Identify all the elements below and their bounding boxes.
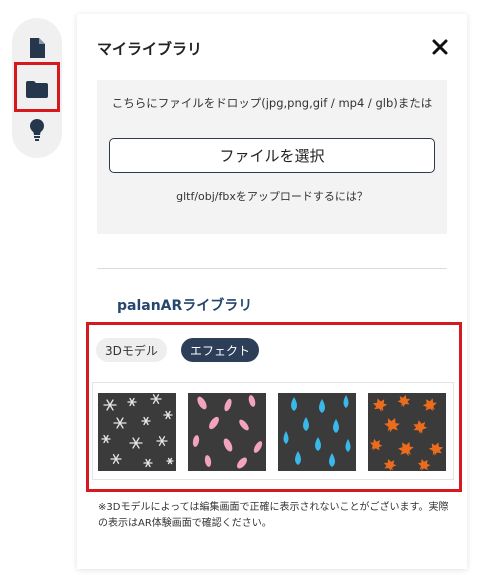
effect-thumb-sakura[interactable]: [188, 393, 266, 471]
file-icon: [30, 38, 45, 58]
effect-thumbnail-strip: [92, 382, 454, 480]
folder-highlight-frame: [14, 62, 60, 112]
effect-thumb-snow[interactable]: [98, 393, 176, 471]
effect-thumb-autumn-leaves[interactable]: [368, 393, 446, 471]
footnote: ※3Dモデルによっては編集画面で正確に表示されないことがございます。実際の表示は…: [98, 502, 449, 529]
petal-effect-icon: [192, 395, 263, 469]
raindrop-effect-icon: [283, 395, 351, 467]
drop-instructions: こちらにファイルをドロップ(jpg,png,gif / mp4 / glb)また…: [111, 96, 433, 110]
upload-drop-zone[interactable]: こちらにファイルをドロップ(jpg,png,gif / mp4 / glb)また…: [97, 80, 447, 234]
close-button[interactable]: [431, 38, 449, 56]
effect-thumb-rain[interactable]: [278, 393, 356, 471]
upload-help-link[interactable]: gltf/obj/fbxをアップロードするには？: [107, 188, 437, 204]
snowflake-effect-icon: [101, 394, 174, 468]
divider: [97, 268, 447, 269]
maple-leaf-effect-icon: [368, 393, 445, 471]
panel-title: マイライブラリ: [97, 40, 203, 58]
file-button[interactable]: [12, 30, 62, 66]
select-file-button[interactable]: ファイルを選択: [109, 138, 435, 173]
tab-effect[interactable]: エフェクト: [181, 338, 260, 362]
tab-3d-model[interactable]: 3Dモデル: [96, 338, 167, 362]
idea-button[interactable]: [12, 112, 62, 148]
library-title: palanARライブラリ: [117, 298, 253, 314]
close-icon: [432, 39, 448, 55]
lightbulb-icon: [30, 119, 44, 141]
